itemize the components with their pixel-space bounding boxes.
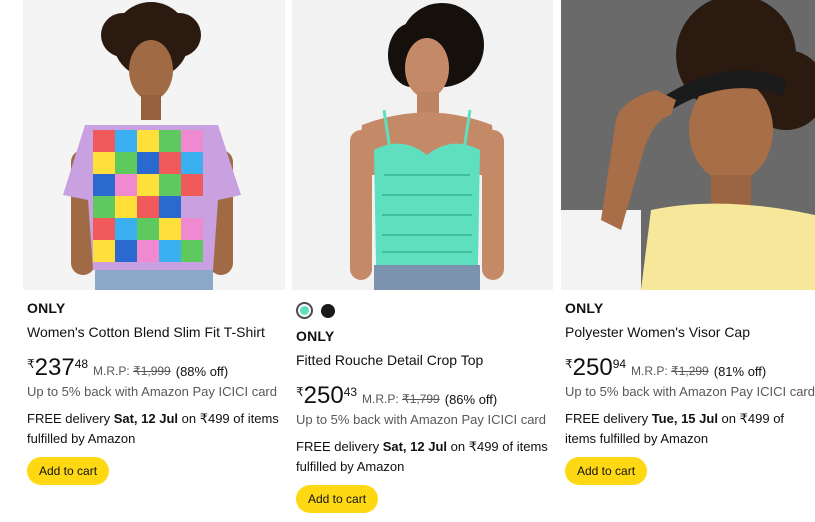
product-card[interactable]: ONLY Polyester Women's Visor Cap ₹ 250 9…	[561, 0, 815, 522]
price-row: ₹ 250 94 M.R.P: ₹1,299 (81% off)	[565, 354, 813, 380]
mrp: M.R.P: ₹1,799	[362, 392, 440, 406]
product-info: ONLY Women's Cotton Blend Slim Fit T-Shi…	[27, 300, 283, 485]
product-card[interactable]: ONLY Fitted Rouche Detail Crop Top ₹ 250…	[292, 0, 553, 522]
price[interactable]: ₹ 250 94	[565, 356, 626, 380]
mrp-label: M.R.P:	[93, 364, 130, 378]
mrp-label: M.R.P:	[362, 392, 399, 406]
currency-symbol: ₹	[565, 357, 573, 371]
product-info: ONLY Polyester Women's Visor Cap ₹ 250 9…	[565, 300, 815, 485]
color-swatch-selected[interactable]	[296, 302, 313, 319]
price[interactable]: ₹ 237 48	[27, 356, 88, 380]
delivery-date: Tue, 15 Jul	[651, 411, 718, 426]
product-title[interactable]: Women's Cotton Blend Slim Fit T-Shirt	[27, 323, 283, 341]
cashback-offer: Up to 5% back with Amazon Pay ICICI card	[565, 384, 815, 399]
price-row: ₹ 250 43 M.R.P: ₹1,799 (86% off)	[296, 382, 551, 408]
delivery-info: FREE delivery Sat, 12 Jul on ₹499 of ite…	[27, 409, 283, 449]
brand-name: ONLY	[296, 328, 335, 344]
delivery-prefix: FREE delivery	[296, 439, 383, 454]
price-fraction: 48	[74, 357, 89, 371]
delivery-info: FREE delivery Sat, 12 Jul on ₹499 of ite…	[296, 437, 551, 477]
delivery-prefix: FREE delivery	[27, 411, 114, 426]
currency-symbol: ₹	[296, 385, 304, 399]
brand-name: ONLY	[565, 300, 604, 316]
mrp: M.R.P: ₹1,999	[93, 364, 171, 378]
mrp-value: ₹1,999	[133, 364, 171, 378]
mrp-label: M.R.P:	[631, 364, 668, 378]
cashback-offer: Up to 5% back with Amazon Pay ICICI card	[27, 384, 277, 399]
product-card[interactable]: ONLY Women's Cotton Blend Slim Fit T-Shi…	[23, 0, 285, 522]
product-title[interactable]: Polyester Women's Visor Cap	[565, 323, 813, 341]
currency-symbol: ₹	[27, 357, 35, 371]
color-swatch[interactable]	[321, 304, 335, 318]
delivery-prefix: FREE delivery	[565, 411, 652, 426]
mrp-value: ₹1,299	[671, 364, 709, 378]
brand-name: ONLY	[27, 300, 66, 316]
add-to-cart-button[interactable]: Add to cart	[27, 457, 110, 485]
product-image[interactable]	[292, 0, 553, 290]
price-whole: 237	[34, 354, 75, 381]
add-to-cart-button[interactable]: Add to cart	[565, 457, 648, 485]
product-image[interactable]	[561, 0, 815, 290]
discount-percent: (81% off)	[713, 364, 767, 379]
product-image[interactable]	[23, 0, 285, 290]
discount-percent: (88% off)	[175, 364, 229, 379]
add-to-cart-button[interactable]: Add to cart	[296, 485, 379, 513]
price-whole: 250	[303, 382, 344, 409]
mrp-value: ₹1,799	[402, 392, 440, 406]
product-title[interactable]: Fitted Rouche Detail Crop Top	[296, 351, 551, 369]
product-info: ONLY Fitted Rouche Detail Crop Top ₹ 250…	[296, 302, 551, 513]
color-swatches	[296, 302, 551, 320]
mrp: M.R.P: ₹1,299	[631, 364, 709, 378]
price-fraction: 43	[343, 385, 358, 399]
discount-percent: (86% off)	[444, 392, 498, 407]
price-row: ₹ 237 48 M.R.P: ₹1,999 (88% off)	[27, 354, 283, 380]
price-whole: 250	[572, 354, 613, 381]
cashback-offer: Up to 5% back with Amazon Pay ICICI card	[296, 412, 546, 427]
price-fraction: 94	[612, 357, 627, 371]
price[interactable]: ₹ 250 43	[296, 384, 357, 408]
delivery-info: FREE delivery Tue, 15 Jul on ₹499 of ite…	[565, 409, 813, 449]
delivery-date: Sat, 12 Jul	[113, 411, 179, 426]
delivery-date: Sat, 12 Jul	[382, 439, 448, 454]
